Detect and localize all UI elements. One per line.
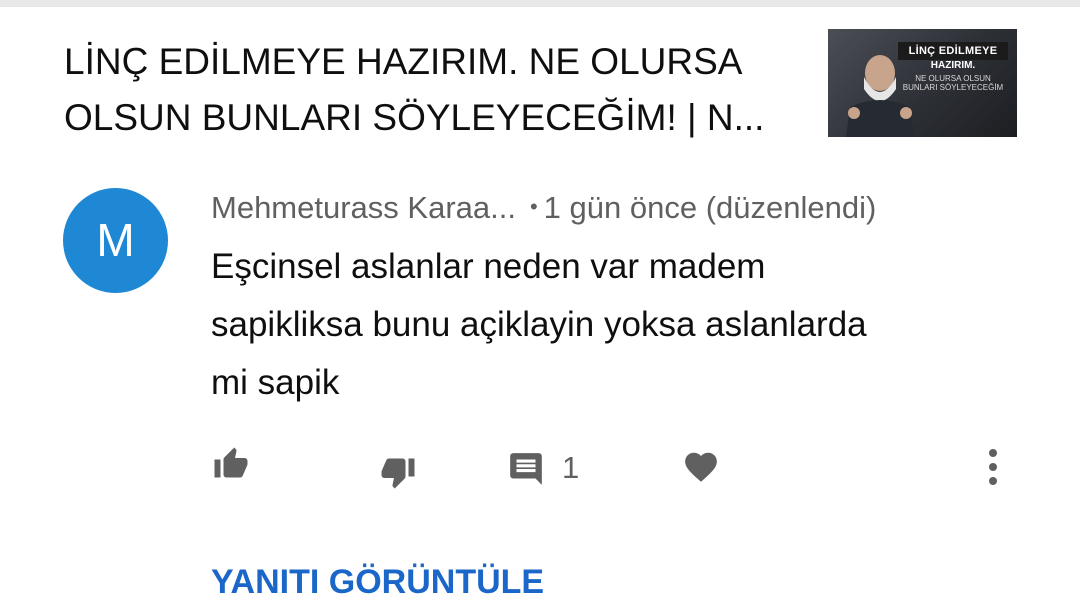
video-title-line-1: LİNÇ EDİLMEYE HAZIRIM. NE OLURSA [64,41,743,82]
thumbnail-line-2: NE OLURSA OLSUN BUNLARI SÖYLEYECEĞİM [902,74,1004,92]
thumbs-up-icon[interactable] [211,446,251,482]
comment-meta: Mehmeturass Karaa... • 1 gün önce (düzenle… [211,190,876,226]
reply-count: 1 [562,450,580,485]
comment-text: Eşcinsel aslanlar neden var madem sapikl… [211,238,1001,412]
thumbnail-tag: LİNÇ EDİLMEYE [898,42,1008,60]
thumbnail-line-1: HAZIRIM. [930,60,976,71]
more-vert-icon[interactable] [984,447,1002,487]
meta-separator: • [529,194,538,219]
comment-text-line-1: Eşcinsel aslanlar neden var madem [211,247,766,286]
heart-icon[interactable] [681,448,721,486]
comment-text-line-3: mi sapik [211,363,340,402]
video-title-line-2: OLSUN BUNLARI SÖYLEYECEĞİM! | N... [64,97,765,138]
comment-text-line-2: sapikliksa bunu açiklayin yoksa aslanlar… [211,305,867,344]
view-replies-button[interactable]: YANITI GÖRÜNTÜLE [211,563,544,602]
top-divider [0,0,1080,7]
comment-author[interactable]: Mehmeturass Karaa... [211,190,516,225]
avatar[interactable]: M [63,188,168,293]
thumbs-down-icon[interactable] [378,454,418,490]
video-thumbnail[interactable]: LİNÇ EDİLMEYE HAZIRIM. NE OLURSA OLSUN B… [828,29,1017,137]
video-title[interactable]: LİNÇ EDİLMEYE HAZIRIM. NE OLURSA OLSUN B… [64,34,804,146]
reply-icon[interactable] [506,450,546,488]
comment-time: 1 gün önce (düzenlendi) [543,190,877,225]
